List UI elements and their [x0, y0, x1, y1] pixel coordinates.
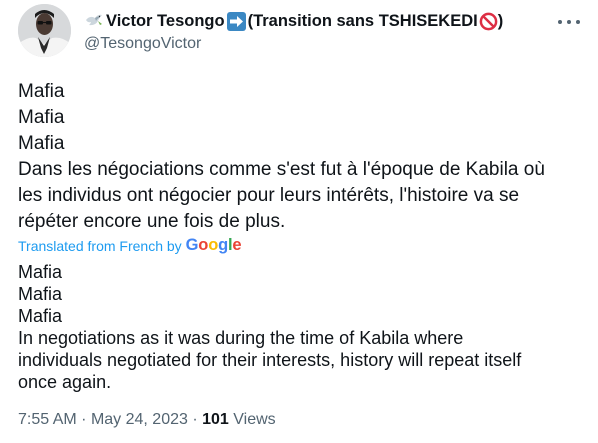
original-line: répéter encore une fois de plus. [18, 211, 286, 232]
google-logo: Google [185, 236, 242, 254]
translation-line: Mafia [18, 306, 63, 326]
original-line: Mafia [18, 81, 65, 102]
views-count: 101 [202, 411, 229, 428]
tweet-text-original: Mafia Mafia Mafia Dans les négociations … [18, 79, 580, 235]
avatar-photo [18, 4, 71, 57]
translation-line: once again. [18, 372, 112, 392]
author-name-close: ) [497, 12, 504, 30]
author-name[interactable]: Victor Tesongo (Transition sans TSHISEKE… [84, 10, 554, 32]
tweet-date: May 24, 2023 [90, 411, 188, 428]
tweet-timestamp-link[interactable]: 7:55 AM · May 24, 2023 [18, 411, 188, 428]
translation-line: In negotiations as it was during the tim… [18, 328, 464, 348]
right-arrow-icon [226, 11, 246, 31]
tweet-header: Victor Tesongo (Transition sans TSHISEKE… [84, 10, 554, 55]
meta-separator: · [81, 411, 87, 428]
original-line: les individus ont négocier pour leurs in… [18, 185, 520, 206]
tweet-text-translation: Mafia Mafia Mafia In negotiations as it … [18, 261, 580, 393]
original-line: Dans les négociations comme s'est fut à … [18, 159, 545, 180]
translation-line: individuals negotiated for their interes… [18, 350, 522, 370]
more-dot [576, 20, 580, 24]
translated-from-label: Translated from French by [18, 237, 182, 254]
translation-line: Mafia [18, 284, 63, 304]
original-line: Mafia [18, 107, 65, 128]
author-name-suffix: (Transition sans TSHISEKEDI [247, 12, 478, 30]
avatar[interactable] [18, 4, 71, 57]
tweet-time: 7:55 AM [18, 411, 77, 428]
views-label: Views [233, 411, 276, 428]
prohibited-icon [479, 12, 498, 30]
dove-of-peace-icon [86, 14, 102, 26]
tweet-meta: 7:55 AM · May 24, 2023 · 101 Views [18, 411, 276, 429]
views-link[interactable]: 101 Views [202, 411, 276, 428]
more-dot [558, 20, 562, 24]
meta-separator: · [192, 411, 198, 428]
translation-line: Mafia [18, 262, 63, 282]
author-name-text: Victor Tesongo [106, 12, 225, 30]
more-icon[interactable] [558, 12, 580, 32]
translated-by-link[interactable]: Translated from French by Google [18, 236, 242, 255]
author-handle[interactable]: @TesongoVictor [84, 33, 554, 55]
more-dot [567, 20, 571, 24]
original-line: Mafia [18, 133, 65, 154]
